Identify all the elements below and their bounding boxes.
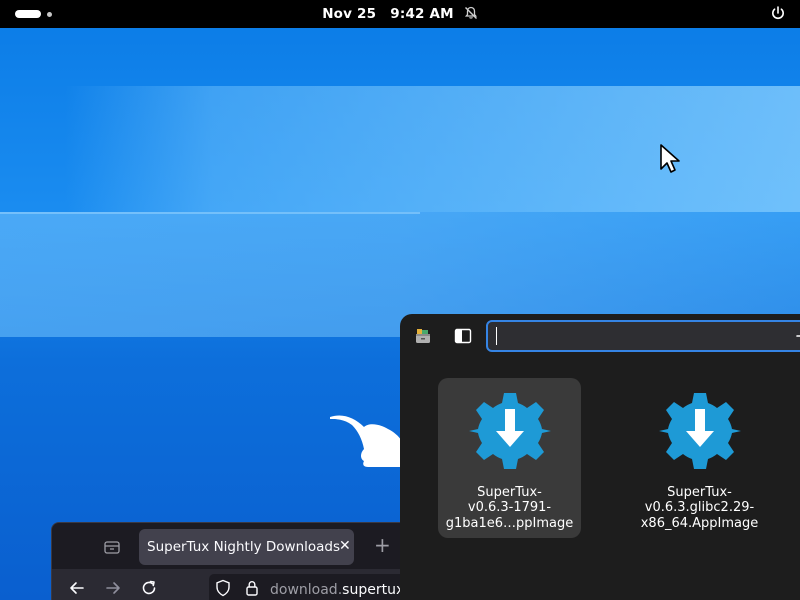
close-icon[interactable]: ✕ xyxy=(339,537,351,555)
tab-list-icon[interactable] xyxy=(104,539,120,558)
clock-time: 9:42 AM xyxy=(390,6,454,22)
back-arrow-icon[interactable] xyxy=(68,579,86,600)
search-field[interactable] xyxy=(486,320,800,352)
shield-icon[interactable] xyxy=(215,579,231,600)
wallpaper-band-upper xyxy=(65,86,800,212)
search-input[interactable] xyxy=(494,326,768,348)
label-line: v0.6.3.glibc2.29- xyxy=(644,500,755,515)
search-result-label: SuperTux- v0.6.3-1791- g1ba1e6…ppImage xyxy=(438,485,581,532)
forward-arrow-icon[interactable] xyxy=(104,579,122,600)
notifications-muted-icon xyxy=(464,6,478,24)
file-cabinet-icon[interactable] xyxy=(414,327,432,349)
mouse-pointer-icon xyxy=(660,144,680,173)
label-line: g1ba1e6…ppImage xyxy=(445,515,574,531)
label-line: SuperTux- xyxy=(667,484,732,500)
label-line: v0.6.3-1791- xyxy=(467,500,552,515)
desktop: Nov 25 9:42 AM SuperTux Nightly Download… xyxy=(0,0,800,600)
search-results-panel: SuperTux- v0.6.3-1791- g1ba1e6…ppImage S… xyxy=(400,314,800,600)
wallpaper-band-edge xyxy=(0,212,420,214)
browser-tab-title: SuperTux Nightly Downloads xyxy=(147,539,341,555)
label-line: x86_64.AppImage xyxy=(640,515,759,531)
top-bar: Nov 25 9:42 AM xyxy=(0,0,800,28)
lock-icon[interactable] xyxy=(245,579,259,600)
search-result-label: SuperTux- v0.6.3.glibc2.29- x86_64.AppIm… xyxy=(628,485,771,532)
url-subdomain: download. xyxy=(270,582,343,598)
clock-button[interactable]: Nov 25 9:42 AM xyxy=(0,6,800,24)
label-line: SuperTux- xyxy=(477,484,542,500)
browser-window[interactable]: SuperTux Nightly Downloads ✕ + download.… xyxy=(51,522,413,600)
wallpaper-mouse-silhouette xyxy=(330,415,406,467)
url-host: supertux xyxy=(342,582,405,598)
arrow-right-icon[interactable] xyxy=(794,327,800,349)
sidebar-toggle-icon[interactable] xyxy=(454,327,472,349)
text-caret xyxy=(496,327,497,345)
download-gear-icon xyxy=(628,390,771,477)
search-result-item[interactable]: SuperTux- v0.6.3.glibc2.29- x86_64.AppIm… xyxy=(628,378,771,538)
power-icon[interactable] xyxy=(770,5,786,25)
search-result-item[interactable]: SuperTux- v0.6.3-1791- g1ba1e6…ppImage xyxy=(438,378,581,538)
url-text[interactable]: download.supertux xyxy=(270,582,404,598)
new-tab-icon[interactable]: + xyxy=(374,535,391,555)
browser-tab[interactable]: SuperTux Nightly Downloads xyxy=(139,529,354,565)
clock-date: Nov 25 xyxy=(322,6,377,22)
download-gear-icon xyxy=(438,390,581,477)
reload-icon[interactable] xyxy=(140,579,158,600)
